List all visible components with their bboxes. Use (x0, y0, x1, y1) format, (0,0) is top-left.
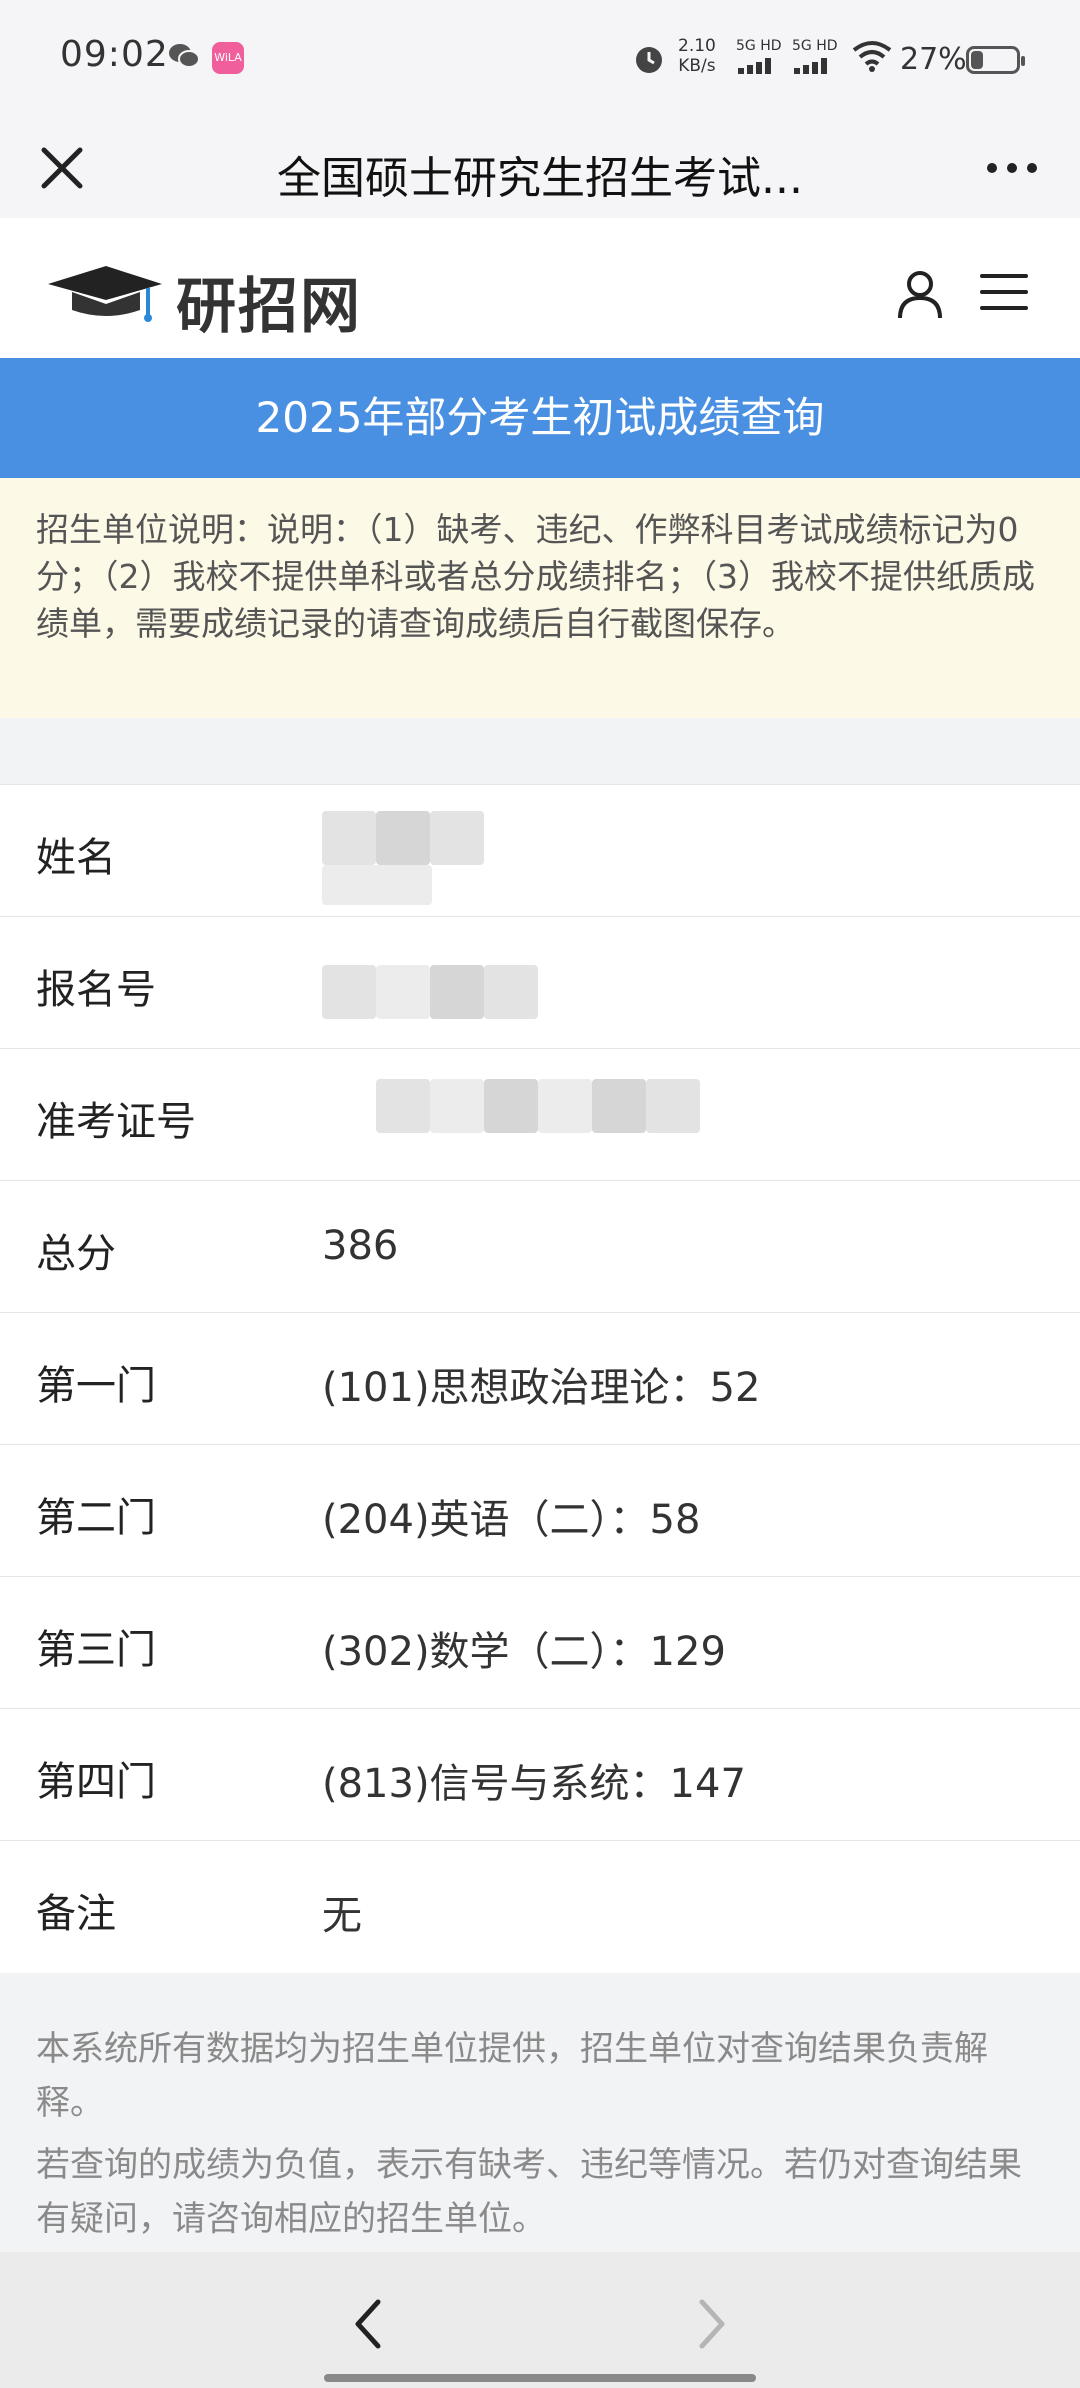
table-row-remarks: 备注 无 (0, 1841, 1080, 1973)
redacted-block (322, 865, 432, 905)
app-badge-icon: WiLA (212, 42, 244, 74)
gesture-handle[interactable] (324, 2374, 756, 2382)
query-title-banner: 2025年部分考生初试成绩查询 (0, 358, 1080, 478)
table-row-subject-1: 第一门 (101)思想政治理论：52 (0, 1313, 1080, 1445)
battery-icon (966, 46, 1025, 74)
row-label: 第二门 (36, 1495, 156, 1541)
redacted-block (430, 965, 484, 1019)
site-logo-text[interactable]: 研招网 (176, 258, 362, 345)
row-label: 报名号 (36, 967, 156, 1013)
table-row-name: 姓名 (0, 785, 1080, 917)
network-speed-value: 2.10 (678, 36, 716, 56)
row-value: 386 (322, 1223, 399, 1269)
row-label: 准考证号 (36, 1099, 196, 1145)
footer-disclaimer: 本系统所有数据均为招生单位提供，招生单位对查询结果负责解释。 若查询的成绩为负值… (0, 1976, 1080, 2252)
redacted-block (484, 1079, 538, 1133)
redacted-block (646, 1079, 700, 1133)
sim2-label: 5G HD (792, 38, 838, 54)
battery-level (971, 51, 983, 69)
alarm-icon (636, 47, 662, 73)
disclaimer-line-2: 若查询的成绩为负值，表示有缺考、违纪等情况。若仍对查询结果有疑问，请咨询相应的招… (36, 2145, 1022, 2239)
signal-icon: 5G HD (736, 38, 782, 74)
table-row-subject-4: 第四门 (813)信号与系统：147 (0, 1709, 1080, 1841)
row-value: (101)思想政治理论：52 (322, 1365, 761, 1411)
menu-icon[interactable] (980, 272, 1028, 312)
signal-icon-2: 5G HD (792, 38, 838, 74)
status-time: 09:02 (60, 34, 169, 75)
browser-nav-bar (0, 2252, 1080, 2388)
disclaimer-line-1: 本系统所有数据均为招生单位提供，招生单位对查询结果负责解释。 (36, 2029, 988, 2123)
redacted-block (376, 811, 430, 865)
status-bar: 09:02 WiLA 2.10 KB/s 5G HD 5G HD 27% (0, 0, 1080, 118)
network-speed-unit: KB/s (678, 56, 716, 76)
page-title: 全国硕士研究生招生考试... (277, 153, 803, 204)
redacted-block (376, 965, 430, 1019)
table-row-subject-2: 第二门 (204)英语（二）：58 (0, 1445, 1080, 1577)
table-row-subject-3: 第三门 (302)数学（二）：129 (0, 1577, 1080, 1709)
redacted-name (322, 811, 376, 865)
row-value: (813)信号与系统：147 (322, 1761, 746, 1807)
forward-arrow-icon[interactable] (692, 2296, 732, 2352)
redacted-block (592, 1079, 646, 1133)
row-label: 备注 (36, 1891, 116, 1937)
row-label: 第三门 (36, 1627, 156, 1673)
site-header: 研招网 (0, 218, 1080, 358)
redacted-registration (322, 965, 376, 1019)
sim1-label: 5G HD (736, 38, 782, 54)
redacted-block (538, 1079, 592, 1133)
back-arrow-icon[interactable] (348, 2296, 388, 2352)
network-speed: 2.10 KB/s (678, 36, 716, 76)
admission-notice: 招生单位说明：说明：（1）缺考、违纪、作弊科目考试成绩标记为0分；（2）我校不提… (0, 478, 1080, 718)
row-label: 第四门 (36, 1759, 156, 1805)
close-icon[interactable] (36, 142, 88, 194)
row-label: 第一门 (36, 1363, 156, 1409)
more-icon[interactable] (984, 154, 1040, 182)
row-label: 总分 (36, 1231, 116, 1277)
row-label: 姓名 (36, 835, 116, 881)
redacted-block (484, 965, 538, 1019)
user-icon[interactable] (896, 268, 944, 320)
wifi-icon (852, 41, 892, 72)
row-value: (204)英语（二）：58 (322, 1497, 701, 1543)
table-row-registration: 报名号 (0, 917, 1080, 1049)
battery-percent: 27% (900, 42, 967, 77)
score-table: 姓名 报名号 准考证号 总分 386 第一门 (101)思想政治理论：52 第二… (0, 784, 1080, 1973)
graduation-cap-icon[interactable] (44, 262, 164, 326)
wechat-icon (169, 44, 200, 68)
table-row-total-score: 总分 386 (0, 1181, 1080, 1313)
row-value: 无 (322, 1893, 362, 1939)
webview-title-bar: 全国硕士研究生招生考试... (0, 118, 1080, 218)
table-row-admission-ticket: 准考证号 (0, 1049, 1080, 1181)
row-value: (302)数学（二）：129 (322, 1629, 726, 1675)
redacted-ticket (376, 1079, 430, 1133)
redacted-block (430, 811, 484, 865)
redacted-block (430, 1079, 484, 1133)
